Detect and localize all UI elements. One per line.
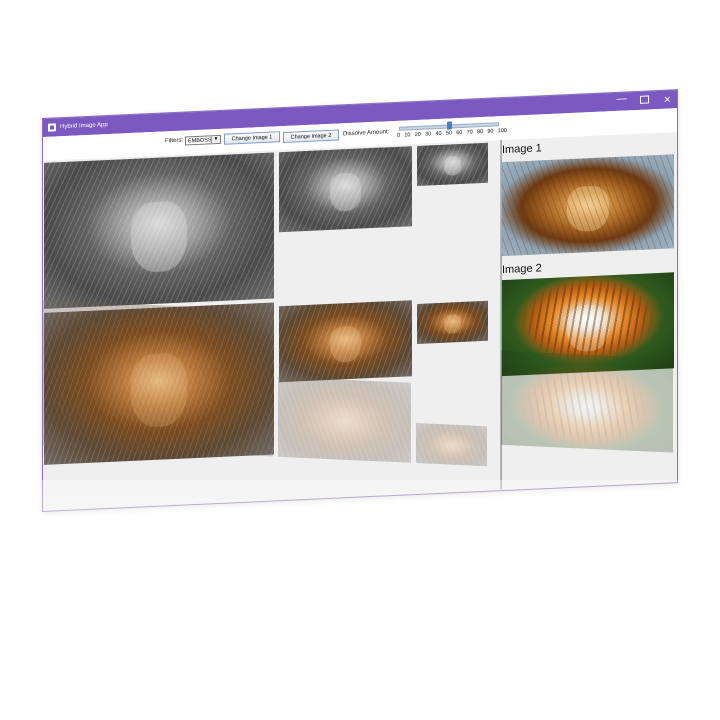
- face-region: [443, 313, 461, 334]
- face-region: [329, 325, 362, 364]
- slider-tick: 40: [435, 130, 442, 138]
- slider-tick: 80: [476, 128, 484, 136]
- hybrid-image-medium-gray: [279, 146, 412, 233]
- hybrid-image-large-color: [44, 302, 274, 465]
- slider-tick: 90: [487, 128, 494, 135]
- face-region: [567, 185, 609, 233]
- app-icon: [48, 123, 56, 132]
- hybrid-image-small-color: [417, 300, 488, 344]
- slider-tick: 60: [456, 129, 463, 137]
- hybrid-output-panel: [44, 140, 501, 510]
- minimize-button[interactable]: —: [616, 90, 626, 108]
- slider-tick: 50: [445, 130, 452, 137]
- slider-tick: 70: [466, 129, 473, 136]
- dissolve-label: Dissolve Amount:: [343, 129, 390, 138]
- chevron-down-icon[interactable]: ▼: [211, 135, 220, 144]
- face-region: [131, 352, 187, 428]
- maximize-icon: [640, 95, 650, 104]
- slider-tick: 10: [404, 132, 411, 139]
- source-image-1: [502, 154, 674, 257]
- app-window: Hybrid Image App — ✕ Filters: EMBOSS ▼ C…: [42, 89, 678, 512]
- change-image-1-button[interactable]: Change Image 1: [224, 131, 280, 145]
- source-images-panel: Image 1 Image 2: [501, 132, 676, 490]
- filters-label: Filters:: [165, 137, 183, 145]
- hybrid-image-small-gray: [417, 142, 488, 186]
- slider-tick: 20: [414, 131, 421, 139]
- hybrid-image-large-gray: [44, 152, 274, 309]
- image-2-label: Image 2: [502, 262, 542, 277]
- content-area: Image 1 Image 2: [43, 132, 677, 511]
- slider-thumb[interactable]: [446, 121, 452, 130]
- face-region: [567, 304, 609, 353]
- close-button[interactable]: ✕: [663, 90, 671, 108]
- face-region: [131, 200, 187, 273]
- maximize-button[interactable]: [640, 91, 650, 109]
- face-region: [443, 155, 461, 176]
- face-region: [329, 172, 362, 213]
- slider-tick: 0: [397, 132, 401, 139]
- stage: Hybrid Image App — ✕ Filters: EMBOSS ▼ C…: [0, 0, 720, 720]
- slider-tick: 100: [497, 127, 507, 135]
- source-image-2: [502, 272, 674, 377]
- filter-dropdown[interactable]: EMBOSS ▼: [185, 134, 221, 146]
- reflection-fade: [0, 480, 720, 720]
- image-1-label: Image 1: [502, 142, 542, 157]
- slider-tick: 30: [425, 131, 432, 138]
- window-title: Hybrid Image App: [60, 122, 108, 131]
- filter-selected-value: EMBOSS: [188, 137, 212, 145]
- change-image-2-button[interactable]: Change Image 2: [283, 129, 339, 144]
- hybrid-image-medium-color: [279, 300, 412, 383]
